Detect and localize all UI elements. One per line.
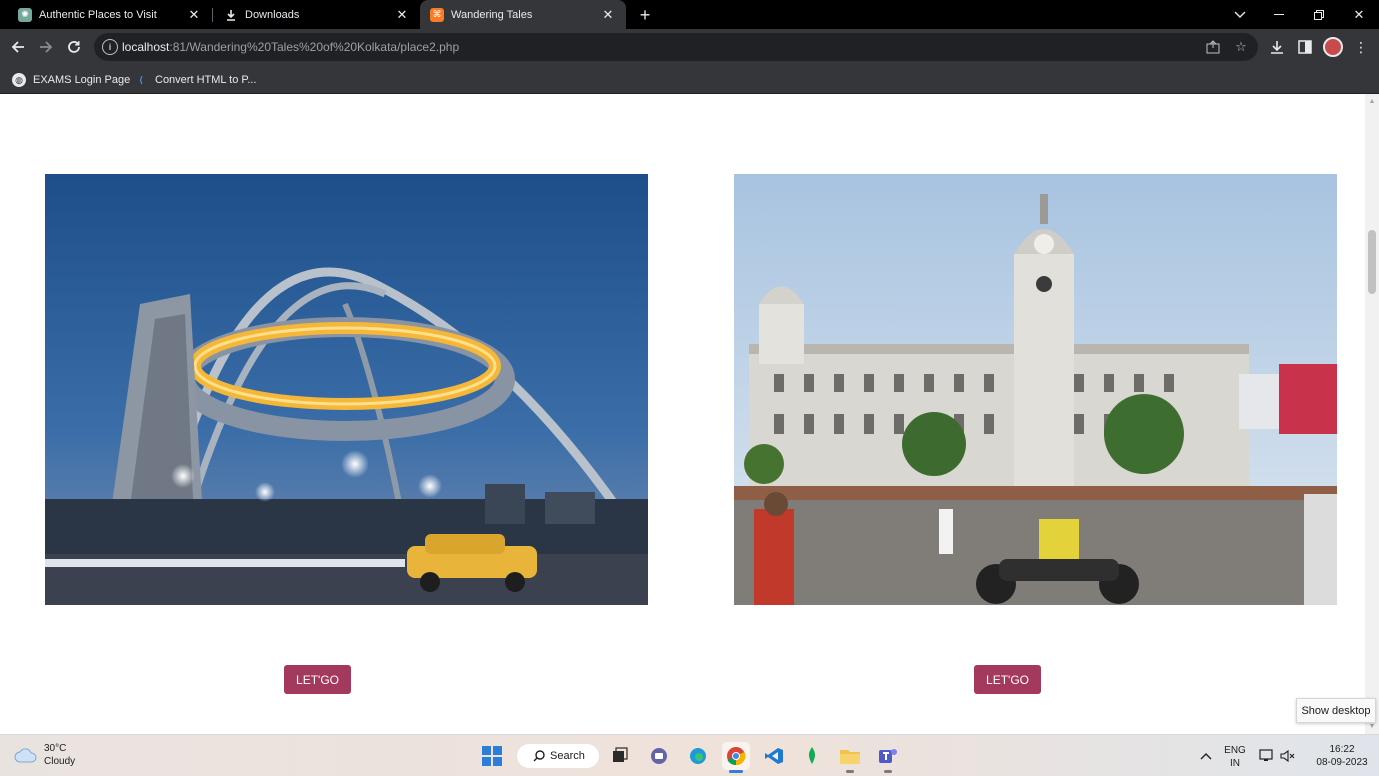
tab-label: Authentic Places to Visit bbox=[39, 8, 157, 21]
teams-icon[interactable] bbox=[874, 742, 902, 773]
globe-icon: ◍ bbox=[12, 73, 26, 87]
url-text[interactable]: localhost:81/Wandering%20Tales%20of%20Ko… bbox=[122, 40, 459, 54]
search-icon bbox=[533, 750, 545, 762]
vscode-icon[interactable] bbox=[760, 742, 788, 770]
bookmark-star-icon[interactable]: ☆ bbox=[1232, 38, 1250, 56]
running-indicator bbox=[884, 770, 892, 773]
building-image bbox=[734, 174, 1337, 605]
downloads-icon[interactable] bbox=[1267, 37, 1287, 57]
site-info-icon[interactable]: i bbox=[102, 39, 118, 55]
browser-toolbar: i localhost:81/Wandering%20Tales%20of%20… bbox=[0, 29, 1379, 65]
gate-image bbox=[45, 174, 648, 605]
page-scrollbar[interactable]: ▲ ▼ bbox=[1365, 94, 1379, 734]
forward-icon[interactable] bbox=[35, 36, 57, 58]
restore-icon[interactable] bbox=[1299, 0, 1339, 29]
close-icon[interactable]: ✕ bbox=[394, 7, 410, 23]
bookmark-label: EXAMS Login Page bbox=[33, 74, 131, 86]
bookmark-label: Convert HTML to P... bbox=[155, 74, 257, 86]
search-label: Search bbox=[550, 750, 585, 762]
taskbar-search[interactable]: Search bbox=[516, 743, 600, 769]
weather-desc: Cloudy bbox=[44, 756, 76, 767]
windows-taskbar: 30°C Cloudy Search ENG IN 16:22 08-09-20… bbox=[0, 734, 1379, 776]
task-view-icon[interactable] bbox=[606, 742, 634, 770]
convert-icon: ⟨ bbox=[138, 74, 144, 85]
bookmark-convert-html[interactable]: ⟨ Convert HTML to P... bbox=[134, 70, 257, 90]
close-icon[interactable]: ✕ bbox=[186, 7, 202, 23]
bookmarks-bar: ◍ EXAMS Login Page ⟨ Convert HTML to P..… bbox=[0, 65, 1379, 94]
scroll-thumb[interactable] bbox=[1368, 230, 1376, 294]
reload-icon[interactable] bbox=[63, 36, 85, 58]
mongodb-icon[interactable] bbox=[798, 742, 826, 770]
file-explorer-icon[interactable] bbox=[836, 742, 864, 773]
chrome-icon[interactable] bbox=[722, 742, 750, 773]
chatgpt-icon: ✺ bbox=[18, 7, 32, 22]
lets-go-button-2[interactable]: LET'GO bbox=[974, 665, 1041, 694]
tab-downloads[interactable]: Downloads ✕ bbox=[212, 0, 420, 29]
side-panel-icon[interactable] bbox=[1295, 37, 1315, 57]
weather-temp: 30°C bbox=[44, 743, 67, 754]
place-photo-biswa-bangla-gate[interactable] bbox=[45, 174, 648, 605]
scroll-down-icon[interactable]: ▼ bbox=[1368, 722, 1376, 730]
language-indicator[interactable]: ENG IN bbox=[1222, 744, 1248, 770]
teams-chat-icon[interactable] bbox=[645, 742, 673, 770]
clock-date: 08-09-2023 bbox=[1316, 757, 1368, 768]
tray-chevron-up-icon[interactable] bbox=[1192, 742, 1220, 770]
address-bar[interactable]: i localhost:81/Wandering%20Tales%20of%20… bbox=[94, 33, 1258, 61]
edge-icon[interactable] bbox=[684, 742, 712, 770]
close-icon[interactable]: ✕ bbox=[600, 7, 616, 23]
page-content: LET'GO LET'GO bbox=[0, 94, 1365, 734]
tab-authentic-places[interactable]: ✺ Authentic Places to Visit ✕ bbox=[0, 0, 212, 29]
tab-wandering-tales[interactable]: ⌘ Wandering Tales ✕ bbox=[420, 0, 626, 29]
clock[interactable]: 16:22 08-09-2023 bbox=[1314, 743, 1370, 769]
back-icon[interactable] bbox=[7, 36, 29, 58]
new-tab-icon[interactable]: + bbox=[635, 5, 655, 25]
windows-start-icon[interactable] bbox=[478, 742, 506, 770]
show-desktop-tooltip: Show desktop bbox=[1296, 698, 1376, 723]
profile-avatar[interactable] bbox=[1323, 37, 1343, 57]
download-icon bbox=[224, 8, 238, 22]
active-indicator bbox=[729, 770, 743, 773]
cloud-icon bbox=[14, 748, 37, 763]
running-indicator bbox=[846, 770, 854, 773]
share-icon[interactable] bbox=[1204, 38, 1222, 56]
clock-time: 16:22 bbox=[1329, 744, 1355, 755]
bookmark-exams-login[interactable]: ◍ EXAMS Login Page bbox=[12, 70, 130, 90]
scroll-up-icon[interactable]: ▲ bbox=[1368, 97, 1376, 105]
weather-widget[interactable]: 30°C Cloudy bbox=[14, 742, 75, 768]
tab-label: Wandering Tales bbox=[451, 8, 533, 21]
volume-muted-icon[interactable] bbox=[1274, 742, 1302, 770]
tab-label: Downloads bbox=[245, 8, 300, 21]
tab-search-icon[interactable] bbox=[1220, 0, 1260, 29]
menu-kebab-icon[interactable]: ⋮ bbox=[1351, 37, 1371, 57]
place-photo-metropolitan-building[interactable] bbox=[734, 174, 1337, 605]
minimize-icon[interactable] bbox=[1259, 0, 1299, 29]
xampp-icon: ⌘ bbox=[430, 7, 444, 22]
tab-strip: ✺ Authentic Places to Visit ✕ Downloads … bbox=[0, 0, 1379, 29]
close-window-icon[interactable]: ✕ bbox=[1339, 0, 1379, 29]
lets-go-button-1[interactable]: LET'GO bbox=[284, 665, 351, 694]
